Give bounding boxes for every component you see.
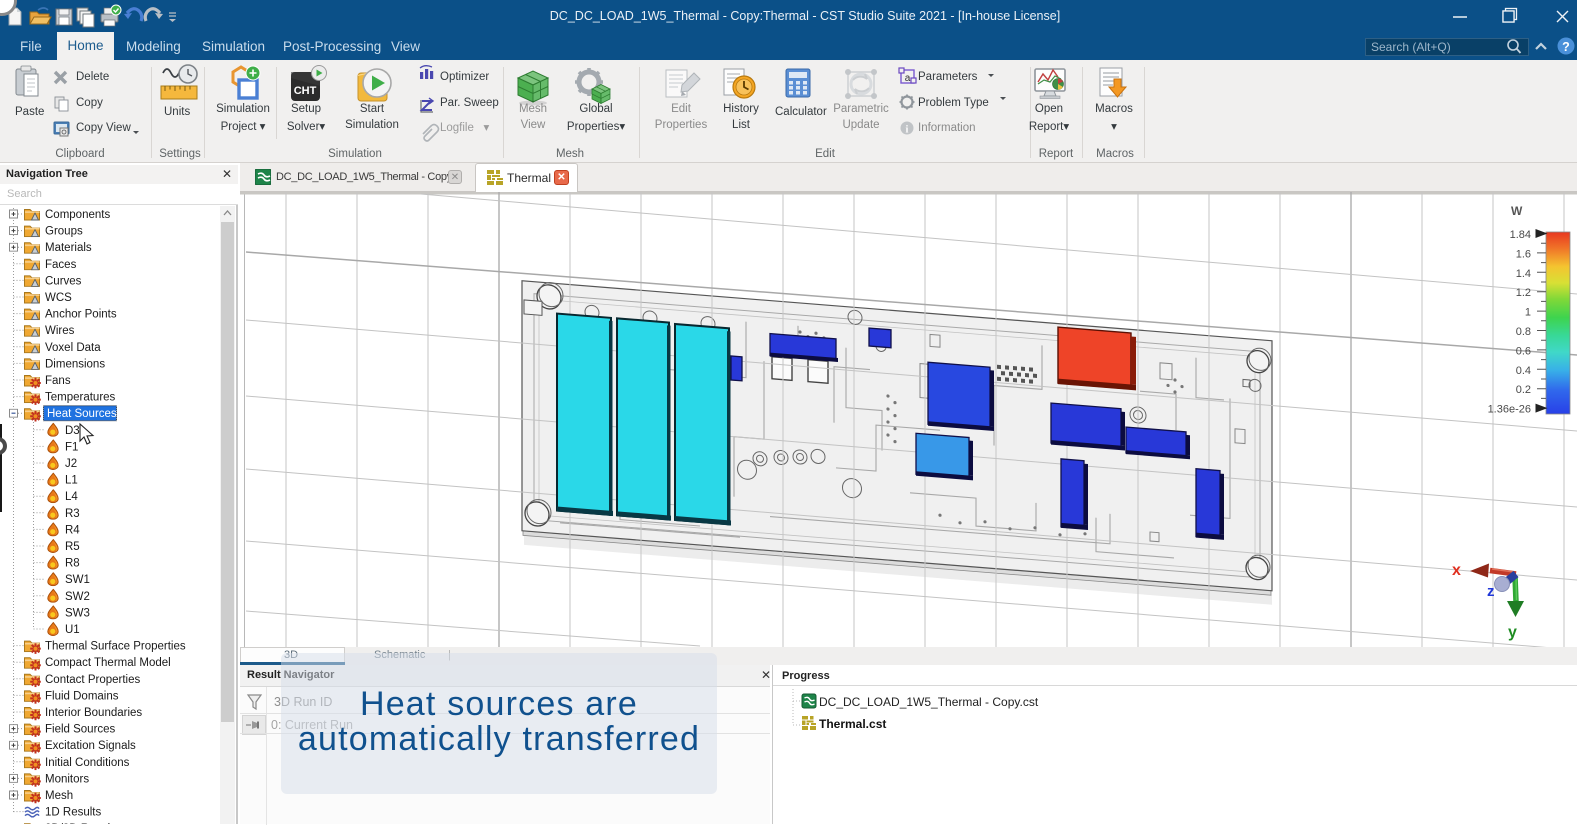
svg-text:1.2: 1.2 [1516, 287, 1531, 299]
svg-text:Dimensions: Dimensions [45, 358, 105, 370]
svg-text:F1: F1 [65, 441, 78, 453]
svg-text:z: z [1487, 583, 1495, 600]
svg-text:Fans: Fans [45, 375, 71, 387]
svg-text:R4: R4 [65, 524, 80, 536]
svg-text:R3: R3 [65, 508, 80, 520]
svg-text:L1: L1 [65, 475, 78, 487]
svg-text:D3: D3 [65, 425, 80, 437]
svg-text:Thermal Surface Properties: Thermal Surface Properties [45, 641, 186, 653]
svg-text:0.4: 0.4 [1516, 365, 1531, 377]
svg-text:Mesh: Mesh [45, 790, 73, 802]
svg-text:U1: U1 [65, 624, 80, 636]
svg-text:a: a [905, 73, 911, 84]
svg-text:Interior Boundaries: Interior Boundaries [45, 707, 142, 719]
svg-text:0.6: 0.6 [1516, 345, 1531, 357]
svg-text:1.84: 1.84 [1510, 229, 1531, 241]
svg-text:SW1: SW1 [65, 574, 90, 586]
svg-text:Field Sources: Field Sources [45, 724, 116, 736]
svg-text:0.8: 0.8 [1516, 326, 1531, 338]
svg-text:R5: R5 [65, 541, 80, 553]
svg-text:J2: J2 [65, 458, 77, 470]
svg-text:R8: R8 [65, 558, 80, 570]
svg-text:Monitors: Monitors [45, 773, 89, 785]
svg-text:1.36e-26: 1.36e-26 [1488, 404, 1531, 416]
svg-text:Contact Properties: Contact Properties [45, 674, 140, 686]
svg-text:Excitation Signals: Excitation Signals [45, 740, 136, 752]
svg-text:Voxel Data: Voxel Data [45, 342, 101, 354]
svg-text:W: W [1511, 204, 1523, 218]
svg-text:1.4: 1.4 [1516, 268, 1531, 280]
svg-text:Groups: Groups [45, 226, 83, 238]
svg-text:Initial Conditions: Initial Conditions [45, 757, 130, 769]
svg-text:Components: Components [45, 209, 110, 221]
svg-text:WCS: WCS [45, 292, 72, 304]
svg-text:Faces: Faces [45, 259, 77, 271]
svg-text:x: x [1452, 562, 1461, 579]
svg-text:Fluid Domains: Fluid Domains [45, 690, 119, 702]
svg-text:Wires: Wires [45, 325, 75, 337]
svg-text:1.6: 1.6 [1516, 248, 1531, 260]
svg-text:y: y [1508, 624, 1517, 641]
svg-text:1D Results: 1D Results [45, 807, 101, 819]
svg-text:Temperatures: Temperatures [45, 392, 116, 404]
svg-text:1: 1 [1525, 307, 1531, 319]
svg-text:?: ? [1562, 40, 1570, 54]
svg-text:Materials: Materials [45, 242, 92, 254]
svg-text:0.2: 0.2 [1516, 384, 1531, 396]
svg-text:Anchor Points: Anchor Points [45, 309, 117, 321]
svg-text:CHT: CHT [294, 85, 317, 97]
svg-text:L4: L4 [65, 491, 78, 503]
svg-text:SW3: SW3 [65, 607, 90, 619]
svg-text:Curves: Curves [45, 275, 82, 287]
svg-text:Compact Thermal Model: Compact Thermal Model [45, 657, 171, 669]
svg-text:Heat Sources: Heat Sources [47, 408, 117, 420]
svg-text:SW2: SW2 [65, 591, 90, 603]
